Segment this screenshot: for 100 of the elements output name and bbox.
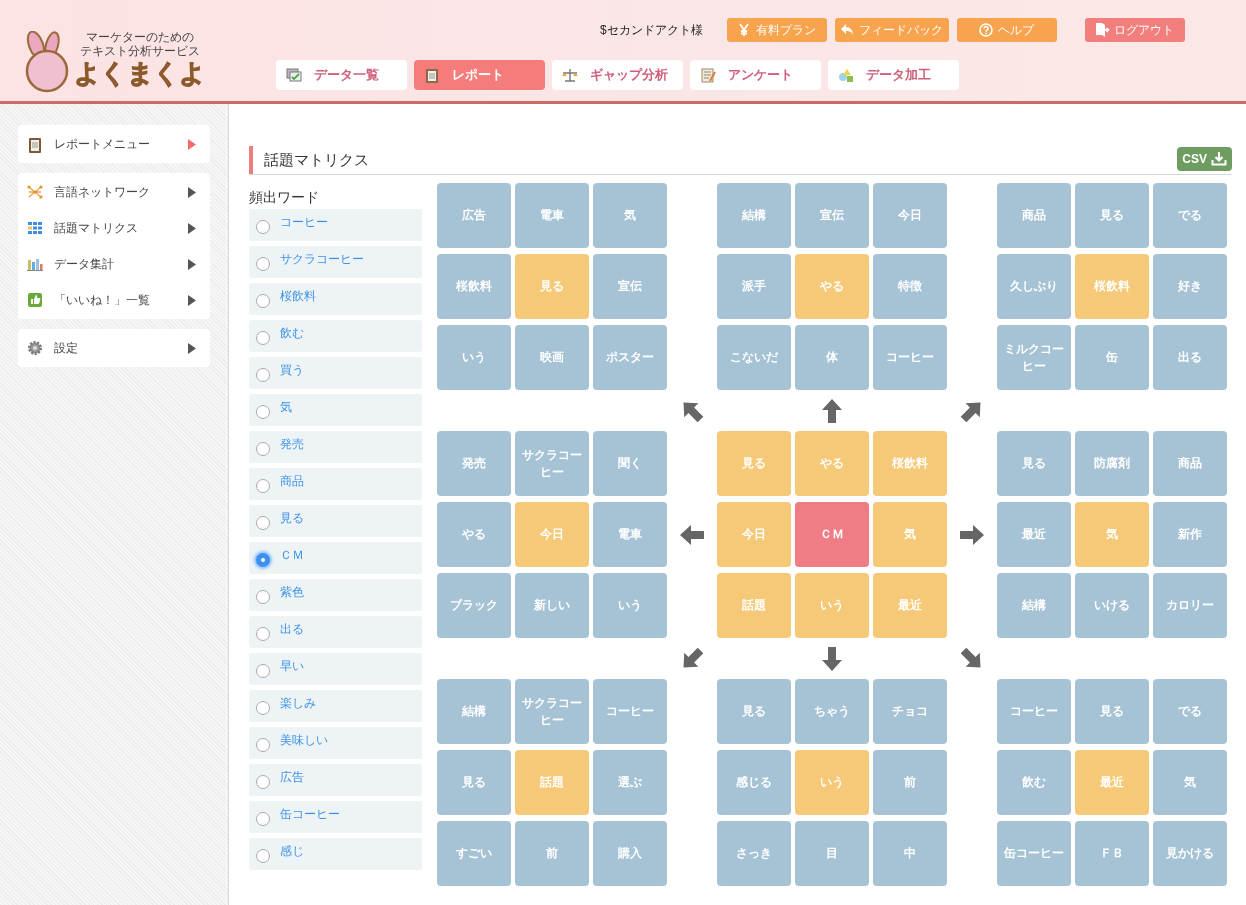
header-button[interactable]: フィードバック [834, 18, 949, 42]
word-cell: 最近 [997, 502, 1071, 567]
word-option[interactable]: ＣＭ [249, 542, 422, 574]
word-cell: 宣伝 [795, 183, 869, 248]
radio-button[interactable] [256, 775, 270, 789]
word-cell: 缶コーヒー [997, 821, 1071, 886]
word-option[interactable]: 桜飲料 [249, 283, 422, 315]
word-cell: 前 [515, 821, 589, 886]
radio-button[interactable] [256, 442, 270, 456]
word-option[interactable]: 飲む [249, 320, 422, 352]
word-option[interactable]: 美味しい [249, 727, 422, 759]
sidebar-item[interactable]: 言語ネットワーク [18, 174, 210, 210]
notepad-pencil-icon [700, 66, 716, 84]
word-cell: 最近 [1075, 750, 1149, 815]
radio-button[interactable] [256, 368, 270, 382]
word-cell: 特徴 [873, 254, 947, 319]
word-cell: 出る [1153, 325, 1227, 390]
radio-button[interactable] [256, 590, 270, 604]
radio-button[interactable] [256, 405, 270, 419]
word-cell: ポスター [593, 325, 667, 390]
section-title: 話題マトリクス [249, 145, 369, 174]
user-name: $セカンドアクト様 [600, 22, 703, 39]
word-cell: 広告 [437, 183, 511, 248]
word-cell: 最近 [873, 573, 947, 638]
sidebar-item[interactable]: 話題マトリクス [18, 210, 210, 246]
word-option[interactable]: 発売 [249, 431, 422, 463]
word-cell: 話題 [515, 750, 589, 815]
nav-tab[interactable]: データ加工 [828, 60, 959, 90]
word-cell: 感じる [717, 750, 791, 815]
word-cell: 気 [873, 502, 947, 567]
word-cell: 商品 [1153, 431, 1227, 496]
word-cell: やる [437, 502, 511, 567]
nav-tab[interactable]: レポート [414, 60, 545, 90]
radio-button[interactable] [256, 812, 270, 826]
radio-button[interactable] [256, 738, 270, 752]
word-cell: さっき [717, 821, 791, 886]
settings-icon [27, 339, 43, 357]
word-cell: 聞く [593, 431, 667, 496]
word-cell: 選ぶ [593, 750, 667, 815]
caret-right-icon [188, 294, 196, 306]
word-cell: 今日 [717, 502, 791, 567]
nav-tab[interactable]: アンケート [690, 60, 821, 90]
word-option[interactable]: 出る [249, 616, 422, 648]
word-cell: サクラコーヒー [515, 679, 589, 744]
clipboard-icon [27, 135, 43, 153]
radio-button[interactable] [256, 849, 270, 863]
radio-button[interactable] [256, 294, 270, 308]
word-cell: いう [437, 325, 511, 390]
word-option[interactable]: 見る [249, 505, 422, 537]
word-cell: 目 [795, 821, 869, 886]
word-cell: 電車 [593, 502, 667, 567]
radio-button[interactable] [256, 627, 270, 641]
word-cell: ちゃう [795, 679, 869, 744]
word-option[interactable]: コーヒー [249, 209, 422, 241]
word-cell: 見る [717, 431, 791, 496]
word-option[interactable]: 缶コーヒー [249, 801, 422, 833]
word-option[interactable]: 早い [249, 653, 422, 685]
word-cell: 見る [997, 431, 1071, 496]
word-cell: 久しぶり [997, 254, 1071, 319]
nav-tab[interactable]: データ一覧 [276, 60, 407, 90]
network-icon [27, 183, 43, 201]
word-option[interactable]: 広告 [249, 764, 422, 796]
header-button[interactable]: ログアウト [1084, 18, 1185, 42]
radio-button[interactable] [256, 553, 270, 567]
csv-button[interactable]: CSV [1177, 146, 1232, 171]
radio-button[interactable] [256, 516, 270, 530]
word-cell: いう [795, 750, 869, 815]
word-option[interactable]: 買う [249, 357, 422, 389]
word-cell: 結構 [997, 573, 1071, 638]
word-option[interactable]: 感じ [249, 838, 422, 870]
word-cell: こないだ [717, 325, 791, 390]
header-button[interactable]: 有料プラン [726, 18, 827, 42]
word-option[interactable]: 紫色 [249, 579, 422, 611]
word-cell: でる [1153, 679, 1227, 744]
sidebar-item[interactable]: レポートメニュー [18, 126, 210, 162]
caret-right-icon [188, 186, 196, 198]
word-option[interactable]: 商品 [249, 468, 422, 500]
grid-icon [27, 219, 43, 237]
sidebar-item[interactable]: 設定 [18, 330, 210, 366]
radio-button[interactable] [256, 331, 270, 345]
caret-right-icon [188, 342, 196, 354]
caret-right-icon [188, 258, 196, 270]
nav-tab[interactable]: ギャップ分析 [552, 60, 683, 90]
sidebar-item[interactable]: データ集計 [18, 246, 210, 282]
word-cell: 結構 [717, 183, 791, 248]
radio-button[interactable] [256, 479, 270, 493]
word-cell: 購入 [593, 821, 667, 886]
header-button[interactable]: ヘルプ [956, 18, 1057, 42]
word-cell: 中 [873, 821, 947, 886]
radio-button[interactable] [256, 220, 270, 234]
word-cell: 見る [717, 679, 791, 744]
word-option[interactable]: 楽しみ [249, 690, 422, 722]
word-cell: 気 [593, 183, 667, 248]
word-option[interactable]: 気 [249, 394, 422, 426]
word-cell: 缶 [1075, 325, 1149, 390]
radio-button[interactable] [256, 257, 270, 271]
sidebar-item[interactable]: 「いいね！」一覧 [18, 282, 210, 318]
radio-button[interactable] [256, 664, 270, 678]
radio-button[interactable] [256, 701, 270, 715]
word-option[interactable]: サクラコーヒー [249, 246, 422, 278]
